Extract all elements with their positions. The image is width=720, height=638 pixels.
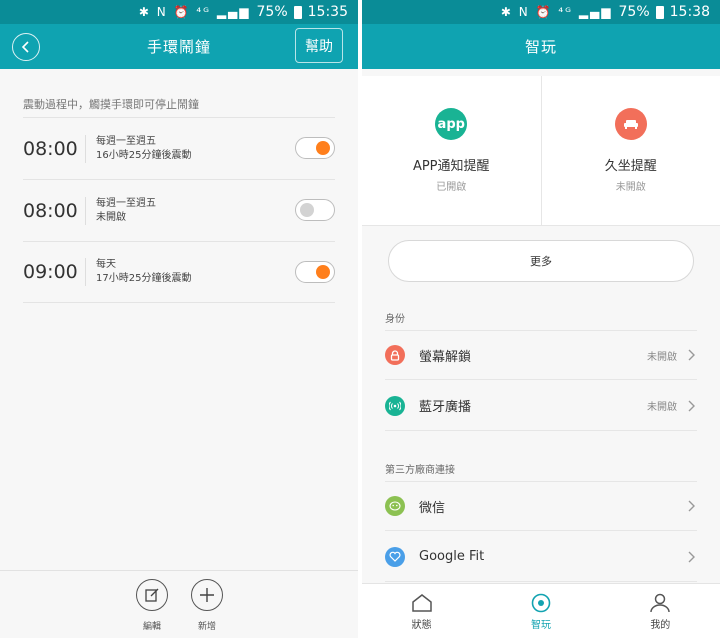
smart-screen: ✱ N ⏰ ⁴ᴳ ▂▄▆ 75% 15:38 智玩 app APP通知提醒 已開…: [362, 0, 720, 638]
status-icons: ✱ N ⏰ ⁴ᴳ ▂▄▆: [138, 5, 251, 19]
page-title: 智玩: [524, 38, 557, 56]
status-bar: ✱ N ⏰ ⁴ᴳ ▂▄▆ 75% 15:35: [0, 0, 358, 24]
profile-icon: [650, 593, 671, 613]
alarm-toggle[interactable]: [295, 137, 335, 159]
row-label: 螢幕解鎖: [419, 349, 472, 365]
section-third-party-label: 第三方廠商連接: [385, 465, 455, 476]
card-app-notification[interactable]: app APP通知提醒 已開啟: [362, 76, 541, 225]
status-bar: ✱ N ⏰ ⁴ᴳ ▂▄▆ 75% 15:38: [362, 0, 720, 24]
app-bar: 手環鬧鐘 幫助: [0, 24, 358, 69]
wechat-icon: [385, 496, 405, 516]
toggle-knob: [316, 141, 330, 155]
alarm-repeat: 每週一至週五: [96, 135, 156, 147]
alarm-repeat: 每週一至週五: [96, 197, 156, 209]
alarm-countdown: 16小時25分鐘後震動: [96, 149, 192, 161]
more-button[interactable]: 更多: [388, 240, 694, 282]
heart-icon: [385, 546, 405, 567]
clock: 15:38: [669, 4, 710, 20]
section-identity-label: 身份: [385, 314, 405, 325]
status-icons: ✱ N ⏰ ⁴ᴳ ▂▄▆: [500, 5, 613, 19]
add-label: 新增: [197, 622, 216, 632]
row-label: 藍牙廣播: [419, 400, 472, 415]
row-label: 微信: [419, 500, 446, 516]
chevron-right-icon: [688, 349, 695, 361]
card-status: 未開啟: [615, 182, 646, 193]
alarm-toggle[interactable]: [295, 199, 335, 221]
tab-label: 智玩: [530, 620, 551, 631]
chevron-right-icon: [688, 500, 695, 512]
alarm-time: 08:00: [23, 137, 78, 160]
alarm-time: 09:00: [23, 261, 78, 283]
bottom-action-bar: 編輯 新增: [0, 570, 358, 638]
add-button[interactable]: [191, 579, 223, 611]
alarm-time: 08:00: [23, 199, 78, 222]
alarm-description: 每週一至週五 未開啟: [96, 197, 156, 225]
hint-text: 震動過程中，觸摸手環即可停止鬧鐘: [23, 98, 199, 111]
alarm-screen: ✱ N ⏰ ⁴ᴳ ▂▄▆ 75% 15:35 手環鬧鐘 幫助 震動過程中，觸摸手…: [0, 0, 358, 638]
plus-icon: [200, 588, 214, 602]
back-button[interactable]: [12, 33, 40, 61]
tab-label: 狀態: [411, 620, 432, 631]
feature-cards: app APP通知提醒 已開啟 久坐提醒 未開啟: [362, 76, 720, 226]
edit-icon: [145, 588, 159, 602]
clock: 15:35: [307, 4, 348, 20]
home-icon: [411, 594, 432, 612]
chevron-right-icon: [688, 551, 695, 562]
toggle-knob: [300, 203, 314, 217]
toggle-knob: [316, 265, 330, 279]
card-label: 久坐提醒: [604, 159, 657, 174]
bottom-tab-bar: 狀態 智玩 我的: [362, 583, 720, 638]
tab-profile[interactable]: 我的: [601, 584, 720, 638]
row-bluetooth-broadcast[interactable]: 藍牙廣播 未開啟: [385, 381, 697, 431]
edit-label: 編輯: [142, 622, 161, 632]
alarm-repeat: 每天: [96, 259, 116, 270]
row-screen-unlock[interactable]: 螢幕解鎖 未開啟: [385, 330, 697, 380]
lock-icon: [385, 345, 405, 365]
alarm-countdown: 17小時25分鐘後震動: [96, 273, 192, 284]
alarm-row[interactable]: 09:00 每天 17小時25分鐘後震動: [23, 241, 335, 303]
divider: [85, 196, 86, 225]
row-label: Google Fit: [419, 549, 485, 564]
row-google-fit[interactable]: Google Fit: [385, 532, 697, 582]
card-sedentary[interactable]: 久坐提醒 未開啟: [540, 76, 720, 225]
battery-percent: 75%: [256, 4, 288, 20]
alarm-toggle[interactable]: [295, 261, 335, 283]
battery-icon: [293, 5, 302, 19]
row-wechat[interactable]: 微信: [385, 481, 697, 531]
alarm-description: 每週一至週五 16小時25分鐘後震動: [96, 135, 191, 163]
page-title: 手環鬧鐘: [146, 38, 211, 56]
alarm-row[interactable]: 08:00 每週一至週五 16小時25分鐘後震動: [23, 117, 335, 179]
chevron-right-icon: [688, 400, 695, 411]
row-status: 未開啟: [647, 402, 677, 413]
app-bar: 智玩: [362, 24, 720, 69]
card-status: 已開啟: [436, 182, 467, 193]
tab-status[interactable]: 狀態: [362, 584, 481, 638]
smart-icon: [531, 593, 551, 613]
sofa-icon: [614, 108, 647, 140]
divider: [85, 134, 86, 163]
app-notification-icon: app: [435, 108, 468, 140]
alarm-countdown: 未開啟: [96, 211, 126, 223]
battery-percent: 75%: [618, 4, 650, 20]
card-label: APP通知提醒: [412, 159, 490, 174]
help-button[interactable]: 幫助: [295, 28, 343, 63]
battery-icon: [655, 5, 664, 19]
row-status: 未開啟: [647, 351, 677, 363]
broadcast-icon: [385, 395, 405, 416]
chevron-left-icon: [21, 41, 29, 53]
divider: [85, 258, 86, 286]
tab-smart[interactable]: 智玩: [481, 584, 600, 638]
tab-label: 我的: [650, 620, 671, 631]
alarm-list: 08:00 每週一至週五 16小時25分鐘後震動 08:00 每週一至週五 未開…: [23, 117, 335, 303]
alarm-row[interactable]: 08:00 每週一至週五 未開啟: [23, 179, 335, 241]
edit-button[interactable]: [136, 579, 168, 611]
alarm-description: 每天 17小時25分鐘後震動: [96, 258, 191, 286]
